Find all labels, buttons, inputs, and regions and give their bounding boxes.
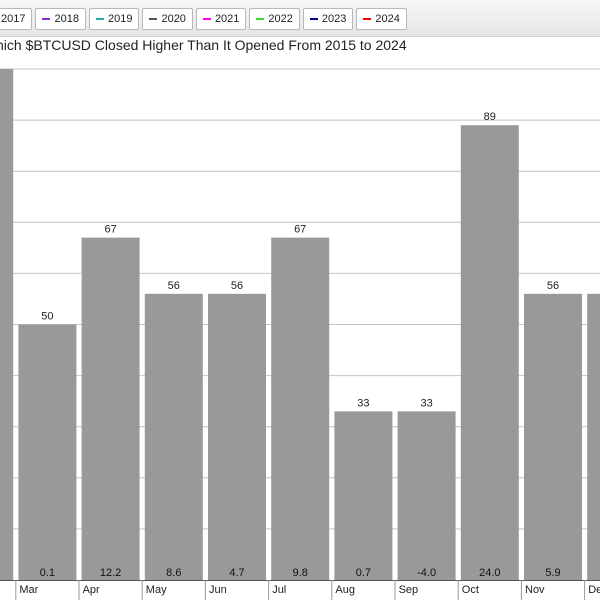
bar	[208, 293, 266, 580]
bar-inner-label: 4.7	[229, 567, 244, 579]
bar-inner-label: 9.8	[293, 567, 308, 579]
bar-inner-label: 8.6	[166, 567, 181, 579]
x-tick-label: Jul	[272, 584, 286, 596]
bar-value-label: 50	[41, 311, 53, 323]
x-tick-label: Nov	[525, 584, 545, 596]
x-tick-label: Mar	[19, 584, 38, 596]
bar-chart: 50 0.1 67 12.2 56 8.6 56 4.7 67 9.8 33 0.7 33 -4.0 89 2…	[0, 68, 600, 600]
bar-inner-label: 0.1	[40, 567, 55, 579]
bar-inner-label: 24.0	[479, 567, 500, 579]
bar-value-label: 67	[104, 224, 116, 236]
bar	[524, 293, 582, 580]
bar-inner-label: 5.9	[545, 567, 560, 579]
x-tick-label: Oct	[462, 584, 479, 596]
bar-value-label: 33	[357, 397, 369, 409]
x-tick-label: May	[146, 584, 167, 596]
x-tick-label: De	[588, 584, 600, 596]
bar-value-label: 67	[294, 224, 306, 236]
bar-value-label: 56	[231, 280, 243, 292]
bar	[81, 237, 140, 580]
bar	[18, 324, 77, 580]
x-tick-label: Jun	[209, 584, 227, 596]
bar-value-label: 33	[420, 397, 432, 409]
bar	[397, 411, 456, 580]
bar-inner-label: 0.7	[356, 567, 371, 579]
bar	[587, 293, 600, 580]
bar	[460, 125, 519, 581]
bar-value-label: 89	[484, 111, 496, 123]
x-tick-label: Aug	[335, 584, 355, 596]
bar	[271, 237, 330, 580]
bar	[334, 411, 393, 580]
bar-value-label: 56	[168, 280, 180, 292]
x-tick-label: Apr	[83, 584, 100, 596]
x-tick-label: Sep	[399, 584, 419, 596]
bar-inner-label: -4.0	[417, 567, 436, 579]
bar-inner-label: 12.2	[100, 567, 121, 579]
bar	[0, 69, 14, 580]
bar	[144, 293, 203, 580]
bar-value-label: 56	[547, 280, 559, 292]
